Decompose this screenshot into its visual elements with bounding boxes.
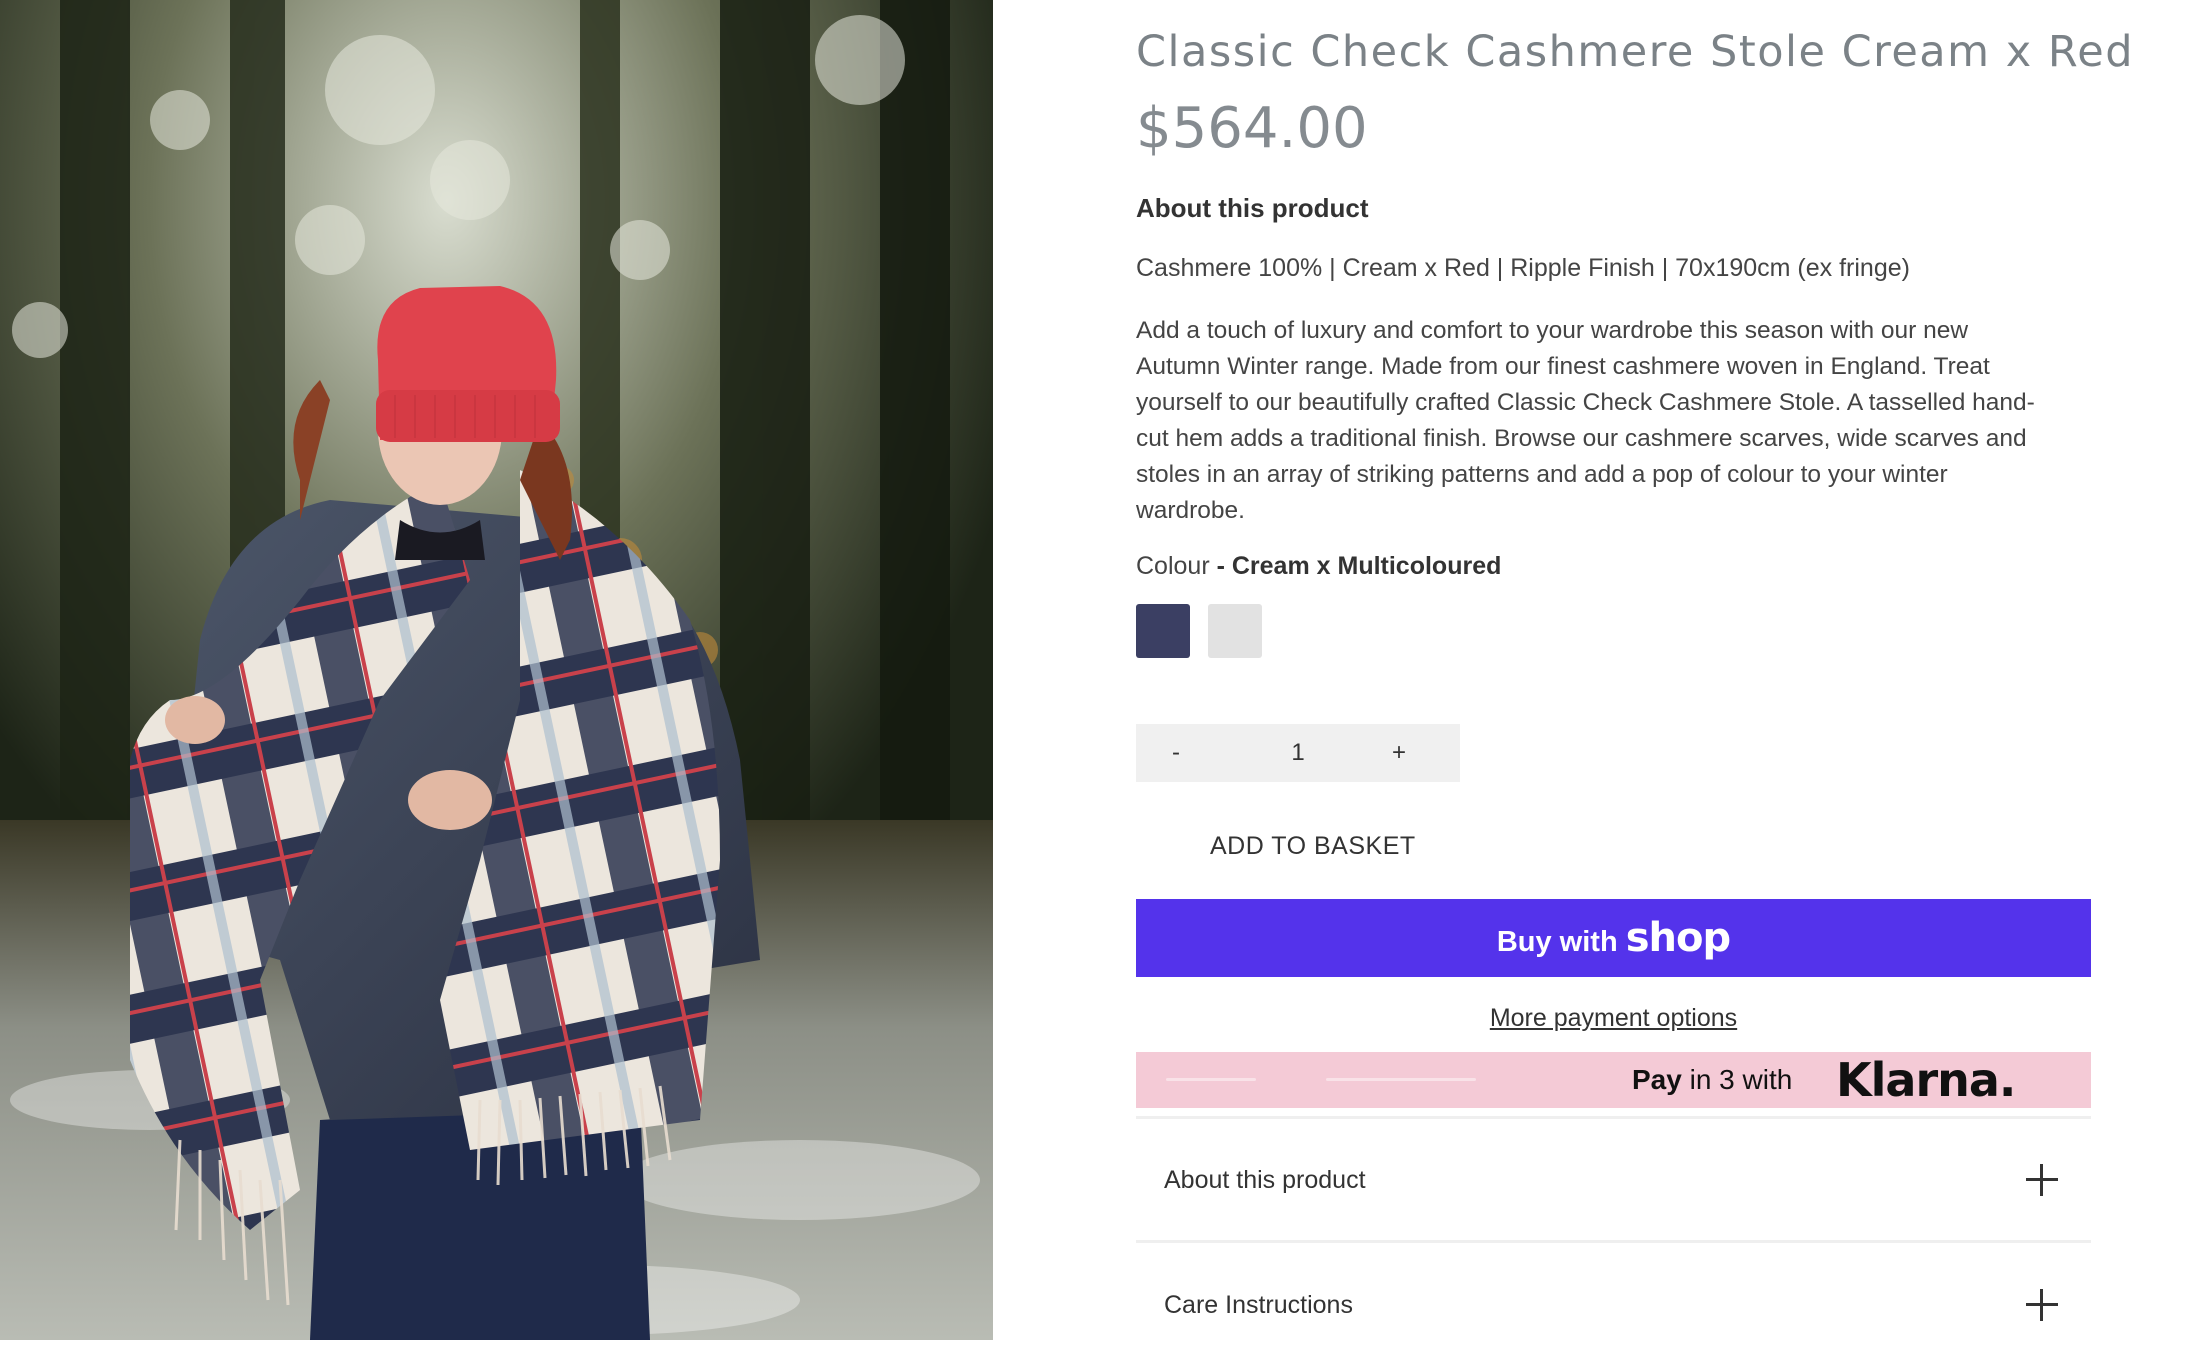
divider	[1136, 1240, 2091, 1243]
accordion-care-instructions[interactable]: Care Instructions	[1136, 1255, 2091, 1355]
quantity-increase-button[interactable]: +	[1379, 724, 1419, 782]
colour-swatch-navy[interactable]	[1136, 604, 1190, 658]
colour-swatch-cream[interactable]	[1208, 604, 1262, 658]
shop-logo: shop	[1625, 915, 1731, 961]
plus-icon[interactable]	[2026, 1289, 2058, 1321]
klarna-pay-text: Pay in 3 with	[1632, 1052, 1792, 1108]
plus-icon[interactable]	[2026, 1164, 2058, 1196]
product-info-panel: Classic Check Cashmere Stole Cream x Red…	[1136, 0, 2133, 1340]
quantity-stepper: - 1 +	[1136, 724, 1460, 782]
buy-with-shop-button[interactable]: Buy with shop	[1136, 899, 2091, 977]
product-photo-illustration	[0, 0, 993, 1340]
accordion-about-product[interactable]: About this product	[1136, 1130, 2091, 1230]
quantity-decrease-button[interactable]: -	[1156, 724, 1196, 782]
klarna-decor	[1166, 1078, 1256, 1081]
klarna-in3-text: in 3 with	[1689, 1064, 1793, 1095]
colour-selection-label: Colour - Cream x Multicoloured	[1136, 552, 1501, 581]
klarna-logo: Klarna.	[1836, 1053, 2016, 1107]
colour-label: Colour	[1136, 552, 1210, 580]
about-heading: About this product	[1136, 193, 1369, 223]
more-payment-options-link[interactable]: More payment options	[1136, 1004, 2091, 1033]
klarna-pay-word: Pay	[1632, 1064, 1682, 1095]
product-title: Classic Check Cashmere Stole Cream x Red	[1136, 27, 2135, 77]
colour-separator: -	[1209, 552, 1232, 580]
colour-selected-value: Cream x Multicoloured	[1231, 552, 1502, 580]
accordion-label: About this product	[1164, 1166, 1366, 1194]
product-image[interactable]	[0, 0, 993, 1340]
klarna-decor	[1326, 1078, 1476, 1081]
product-spec-line: Cashmere 100% | Cream x Red | Ripple Fin…	[1136, 254, 1910, 282]
product-description: Add a touch of luxury and comfort to you…	[1136, 317, 2035, 524]
quantity-input[interactable]: 1	[1258, 724, 1338, 782]
buy-with-label: Buy with	[1496, 926, 1618, 958]
product-price: $564.00	[1136, 96, 1368, 161]
klarna-banner[interactable]: Pay in 3 with Klarna.	[1136, 1052, 2091, 1108]
add-to-basket-button[interactable]: ADD TO BASKET	[1210, 832, 1416, 861]
accordion-label: Care Instructions	[1164, 1291, 1353, 1319]
divider	[1136, 1116, 2091, 1119]
